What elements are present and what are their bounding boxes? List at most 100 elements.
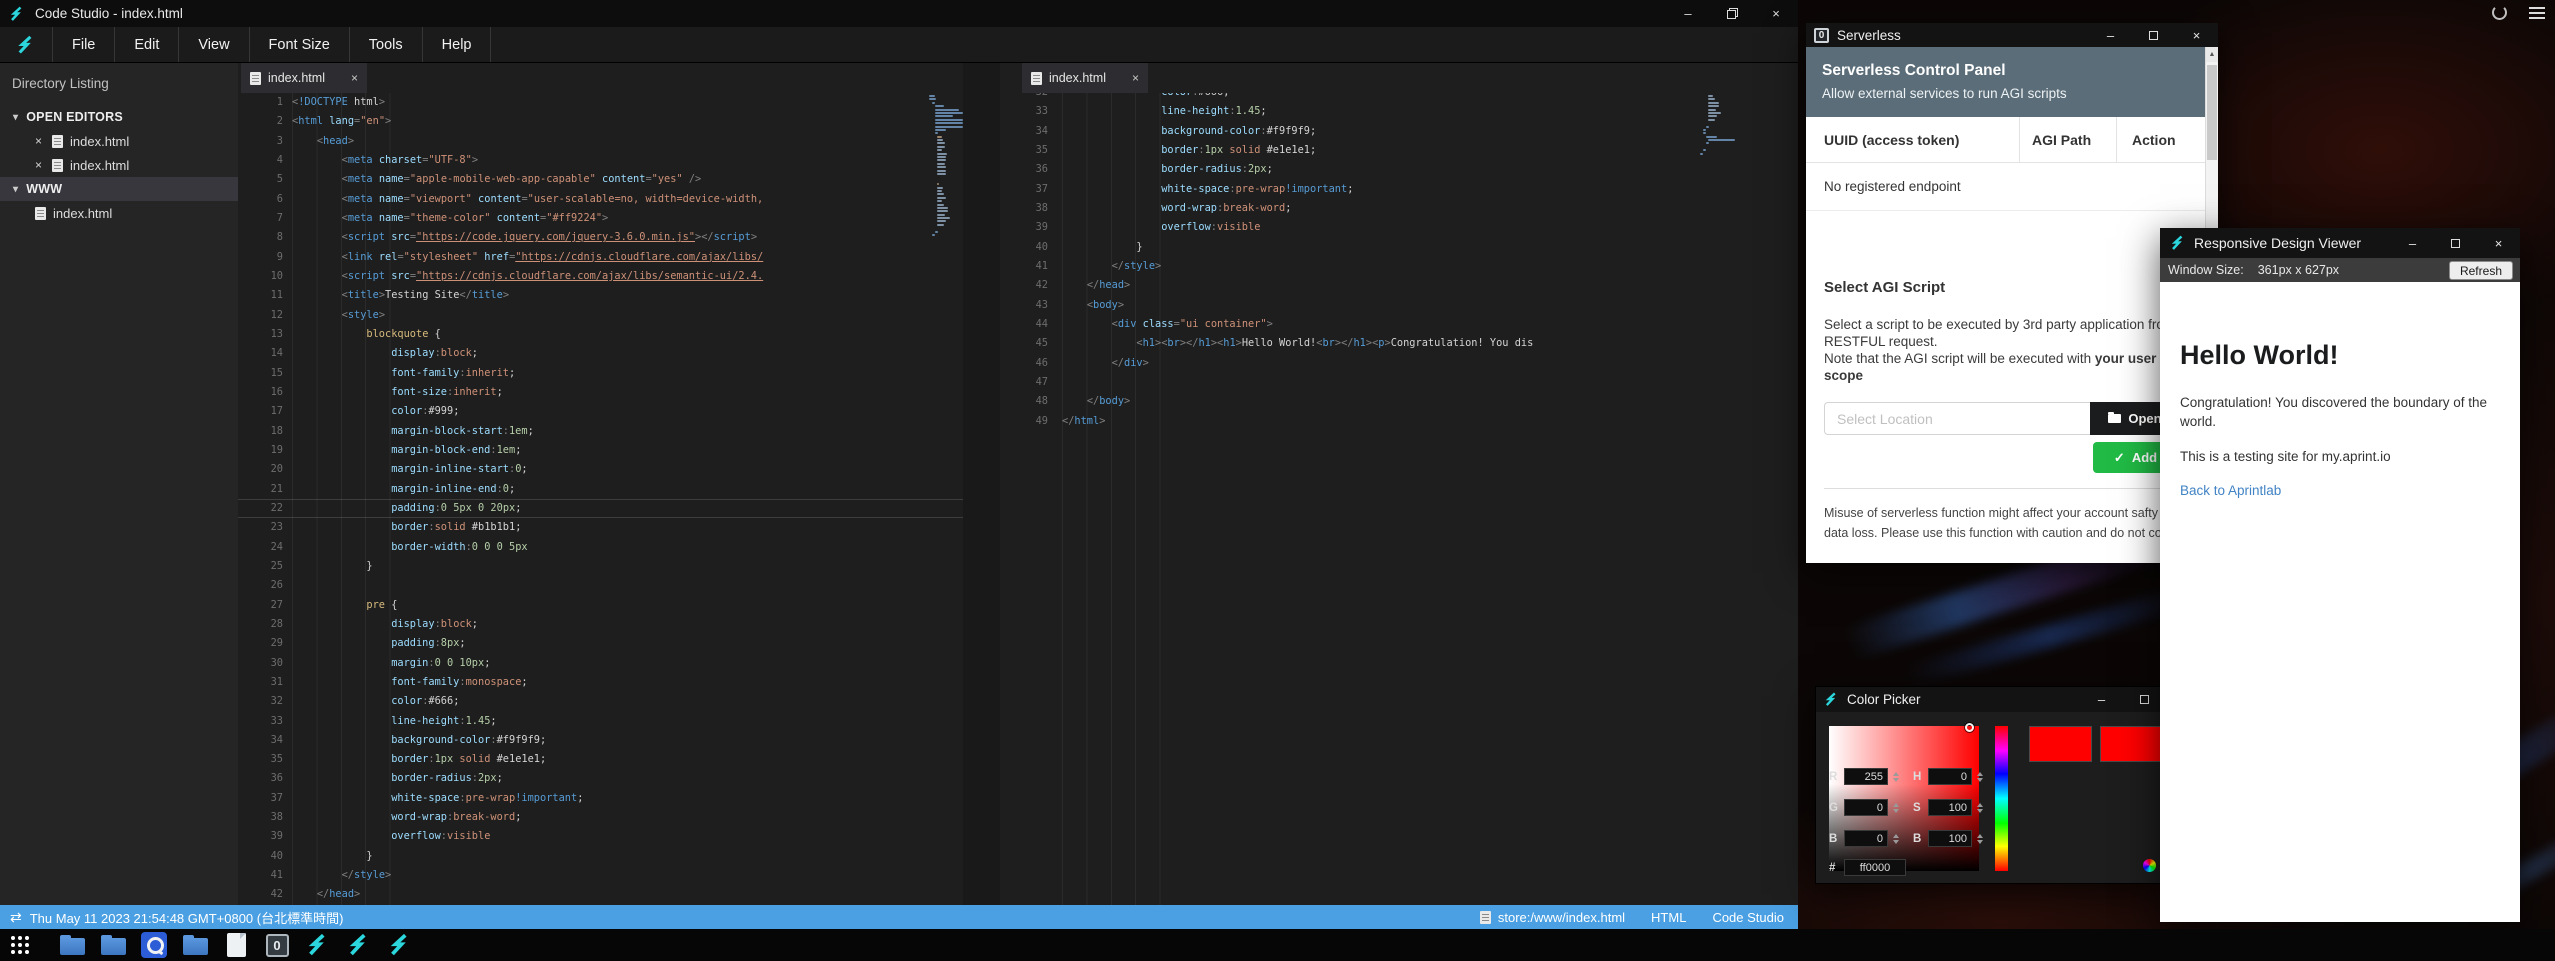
open-editor-item[interactable]: × index.html [0, 153, 238, 177]
maximize-icon[interactable] [2132, 23, 2175, 47]
minimize-icon[interactable]: – [2080, 687, 2123, 712]
code-line[interactable]: 2<html lang="en"> [238, 112, 963, 131]
tree-file-item[interactable]: index.html [0, 201, 238, 225]
title-bar[interactable]: Color Picker – [1816, 687, 2166, 712]
menu-file[interactable]: File [52, 27, 114, 62]
color-wheel-icon[interactable] [2143, 859, 2156, 872]
hue-input[interactable] [1928, 768, 1972, 785]
stepper-icon[interactable] [1977, 772, 1983, 782]
scroll-up-icon[interactable]: ▲ [2206, 47, 2218, 62]
code-line[interactable]: 31 font-family:monospace; [238, 673, 963, 692]
close-icon[interactable]: × [351, 71, 358, 85]
code-line[interactable]: 25 } [238, 557, 963, 576]
code-line[interactable]: 24 border-width:0 0 0 5px [238, 538, 963, 557]
code-line[interactable]: 7 <meta name="theme-color" content="#ff9… [238, 209, 963, 228]
menu-edit[interactable]: Edit [114, 27, 178, 62]
code-line[interactable]: 6 <meta name="viewport" content="user-sc… [238, 190, 963, 209]
code-line[interactable]: 5 <meta name="apple-mobile-web-app-capab… [238, 170, 963, 189]
loading-spinner-icon[interactable] [2492, 5, 2507, 20]
minimap[interactable] [1700, 95, 1732, 156]
code-line[interactable]: 37 white-space:pre-wrap!important; [238, 789, 963, 808]
taskbar-code-studio-icon[interactable] [387, 932, 413, 958]
code-line[interactable]: 21 margin-inline-end:0; [238, 480, 963, 499]
code-line[interactable]: 42 </head> [238, 885, 963, 904]
code-line[interactable]: 12 <style> [238, 306, 963, 325]
taskbar-folder-icon[interactable] [182, 932, 208, 958]
tree-section-open-editors[interactable]: ▾ OPEN EDITORS [0, 105, 238, 129]
code-line[interactable]: 17 color:#999; [238, 402, 963, 421]
code-line[interactable]: 23 border:solid #b1b1b1; [238, 518, 963, 537]
code-line[interactable]: 22 padding:0 5px 0 20px; [238, 499, 963, 518]
pane-divider[interactable] [963, 63, 1000, 905]
code-line[interactable]: 40 } [238, 847, 963, 866]
taskbar-media-app-icon[interactable] [141, 932, 167, 958]
code-line[interactable]: 10 <script src="https://cdnjs.cloudflare… [238, 267, 963, 286]
code-line[interactable]: 30 margin:0 0 10px; [238, 654, 963, 673]
code-line[interactable]: 35 border:1px solid #e1e1e1; [238, 750, 963, 769]
code-line[interactable]: 39 overflow:visible [238, 827, 963, 846]
code-line[interactable]: 47 [1000, 373, 1798, 392]
scrollbar-thumb[interactable] [2207, 65, 2217, 160]
title-bar[interactable]: Code Studio - index.html – × [0, 0, 1798, 27]
close-icon[interactable]: × [35, 134, 45, 148]
stepper-icon[interactable] [1893, 834, 1899, 844]
code-line[interactable]: 35 border:1px solid #e1e1e1; [1000, 141, 1798, 160]
close-icon[interactable]: × [35, 158, 45, 172]
code-line[interactable]: 15 font-family:inherit; [238, 364, 963, 383]
code-line[interactable]: 33 line-height:1.45; [1000, 102, 1798, 121]
code-line[interactable]: 27 pre { [238, 596, 963, 615]
minimap[interactable] [929, 95, 961, 237]
code-line[interactable]: 9 <link rel="stylesheet" href="https://c… [238, 248, 963, 267]
code-line[interactable]: 41 </style> [1000, 257, 1798, 276]
code-line[interactable]: 44 <div class="ui container"> [1000, 315, 1798, 334]
taskbar-folder-icon[interactable] [100, 932, 126, 958]
code-editor[interactable]: 32 color:#666;33 line-height:1.45;34 bac… [1000, 83, 1798, 431]
close-icon[interactable]: × [1754, 0, 1798, 27]
code-line[interactable]: 33 line-height:1.45; [238, 712, 963, 731]
code-line[interactable]: 4 <meta charset="UTF-8"> [238, 151, 963, 170]
stepper-icon[interactable] [1977, 834, 1983, 844]
code-line[interactable]: 28 display:block; [238, 615, 963, 634]
tree-folder-www[interactable]: ▾ WWW [0, 177, 238, 201]
close-icon[interactable]: × [2175, 23, 2218, 47]
code-line[interactable]: 39 overflow:visible [1000, 218, 1798, 237]
code-line[interactable]: 8 <script src="https://code.jquery.com/j… [238, 228, 963, 247]
code-line[interactable]: 32 color:#666; [238, 692, 963, 711]
menu-view[interactable]: View [178, 27, 248, 62]
code-line[interactable]: 34 background-color:#f9f9f9; [238, 731, 963, 750]
taskbar-code-studio-icon[interactable] [305, 932, 331, 958]
refresh-button[interactable]: Refresh [2449, 261, 2513, 280]
code-line[interactable]: 19 margin-block-end:1em; [238, 441, 963, 460]
code-line[interactable]: 16 font-size:inherit; [238, 383, 963, 402]
saturation-input[interactable] [1928, 799, 1972, 816]
code-line[interactable]: 3 <head> [238, 132, 963, 151]
code-line[interactable]: 29 padding:8px; [238, 634, 963, 653]
code-line[interactable]: 41 </style> [238, 866, 963, 885]
menu-tools[interactable]: Tools [349, 27, 422, 62]
system-menu-icon[interactable] [2529, 7, 2545, 9]
code-line[interactable]: 36 border-radius:2px; [1000, 160, 1798, 179]
code-line[interactable]: 13 blockquote { [238, 325, 963, 344]
stepper-icon[interactable] [1893, 772, 1899, 782]
back-to-aprintlab-link[interactable]: Back to Aprintlab [2180, 483, 2500, 498]
code-line[interactable]: 42 </head> [1000, 276, 1798, 295]
hex-input[interactable] [1844, 859, 1906, 876]
code-line[interactable]: 49</html> [1000, 412, 1798, 431]
script-location-input[interactable] [1824, 402, 2090, 435]
code-editor[interactable]: 1<!DOCTYPE html>2<html lang="en">3 <head… [238, 93, 963, 905]
code-line[interactable]: 18 margin-block-start:1em; [238, 422, 963, 441]
code-line[interactable]: 38 word-wrap:break-word; [1000, 199, 1798, 218]
tab-index-html[interactable]: index.html × [241, 63, 367, 93]
restore-icon[interactable] [1710, 0, 1754, 27]
open-editor-item[interactable]: × index.html [0, 129, 238, 153]
blue-input[interactable] [1844, 830, 1888, 847]
menu-font-size[interactable]: Font Size [249, 27, 349, 62]
code-line[interactable]: 1<!DOCTYPE html> [238, 93, 963, 112]
taskbar-code-studio-icon[interactable] [346, 932, 372, 958]
taskbar-document-icon[interactable] [223, 932, 249, 958]
minimize-icon[interactable]: – [2391, 228, 2434, 258]
code-line[interactable]: 40 } [1000, 238, 1798, 257]
stepper-icon[interactable] [1977, 803, 1983, 813]
minimize-icon[interactable]: – [2089, 23, 2132, 47]
code-line[interactable]: 36 border-radius:2px; [238, 769, 963, 788]
